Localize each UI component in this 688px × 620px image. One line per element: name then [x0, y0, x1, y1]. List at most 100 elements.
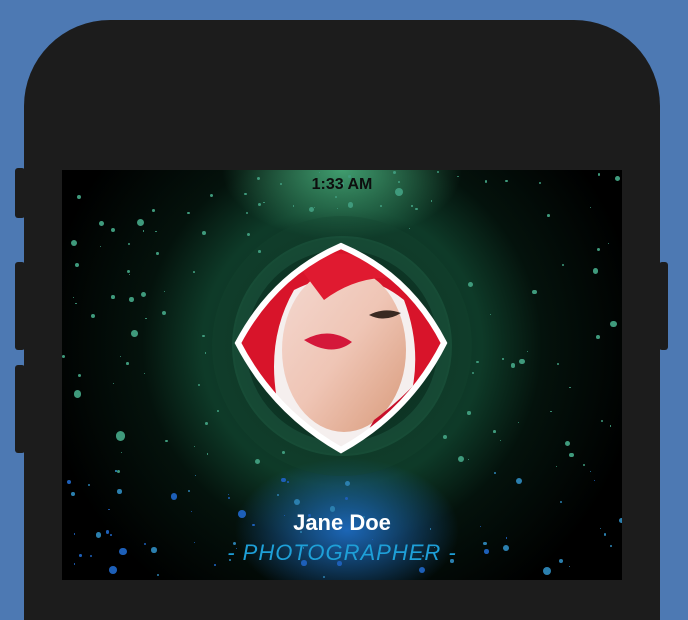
splatter-dot [408, 228, 410, 230]
splatter-dot [99, 221, 104, 226]
splatter-dot [590, 470, 592, 473]
splatter-dot [292, 205, 295, 207]
splatter-dot [193, 270, 196, 273]
splatter-dot [347, 202, 354, 208]
splatter-dot [550, 410, 552, 413]
splatter-dot [468, 459, 470, 461]
splatter-dot [489, 313, 491, 316]
splatter-dot [562, 263, 565, 266]
mute-switch [15, 168, 25, 218]
splatter-dot [161, 311, 167, 316]
splatter-dot [255, 458, 261, 464]
splatter-dot [115, 431, 126, 441]
splatter-dot [467, 411, 471, 415]
splatter-dot [411, 205, 413, 207]
splatter-dot [157, 574, 160, 577]
splatter-dot [155, 230, 157, 233]
volume-down-button [15, 365, 25, 453]
splatter-dot [143, 372, 145, 374]
splatter-dot [263, 201, 265, 204]
splatter-dot [71, 492, 76, 497]
splatter-dot [210, 193, 214, 197]
splatter-dot [108, 566, 117, 574]
splatter-dot [609, 425, 612, 427]
splatter-dot [187, 211, 190, 215]
splatter-dot [194, 474, 196, 476]
splatter-dot [131, 329, 138, 337]
splatter-dot [100, 246, 102, 248]
splatter-dot [594, 480, 596, 482]
splatter-dot [472, 371, 475, 375]
splatter-dot [559, 500, 563, 504]
splatter-dot [546, 213, 550, 217]
splatter-dot [515, 477, 523, 485]
splatter-dot [127, 243, 130, 246]
splatter-dot [380, 204, 383, 207]
splatter-dot [499, 439, 501, 441]
splatter-dot [392, 171, 396, 175]
splatter-dot [164, 290, 166, 292]
power-button [659, 262, 668, 350]
splatter-dot [126, 270, 130, 274]
splatter-dot [593, 268, 599, 274]
splatter-dot [258, 202, 261, 206]
splatter-dot [116, 469, 121, 474]
splatter-dot [145, 317, 147, 320]
splatter-dot [600, 419, 603, 422]
splatter-dot [493, 430, 496, 434]
splatter-dot [276, 494, 279, 497]
splatter-dot [309, 206, 315, 212]
splatter-dot [78, 373, 82, 377]
splatter-dot [506, 537, 508, 539]
splatter-dot [286, 481, 289, 483]
splatter-dot [468, 282, 474, 288]
splatter-dot [293, 498, 301, 506]
splatter-dot [568, 565, 570, 567]
splatter-dot [77, 194, 82, 199]
splatter-dot [556, 465, 558, 468]
splatter-dot [430, 200, 432, 202]
splatter-dot [75, 302, 78, 305]
splatter-dot [227, 496, 230, 499]
splatter-dot [281, 477, 286, 483]
splatter-dot [72, 297, 75, 299]
splatter-dot [88, 484, 91, 487]
splatter-dot [596, 335, 601, 340]
splatter-dot [75, 262, 80, 268]
splatter-dot [457, 456, 465, 463]
splatter-dot [152, 208, 156, 212]
splatter-dot [137, 218, 145, 227]
splatter-dot [418, 566, 426, 574]
splatter-dot [129, 297, 134, 302]
profile-role: - PHOTOGRAPHER - [227, 540, 457, 565]
profile-avatar[interactable] [234, 240, 450, 456]
splatter-dot [607, 242, 609, 244]
splatter-dot [511, 363, 516, 368]
splatter-dot [542, 567, 551, 576]
splatter-dot [610, 320, 618, 328]
splatter-dot [164, 439, 168, 443]
splatter-dot [344, 497, 348, 501]
splatter-dot [70, 240, 78, 247]
splatter-dot [140, 291, 146, 297]
splatter-dot [187, 489, 191, 493]
splatter-dot [120, 451, 122, 453]
splatter-dot [314, 206, 316, 209]
splatter-dot [597, 247, 601, 251]
splatter-dot [494, 471, 497, 474]
splatter-dot [201, 231, 206, 235]
splatter-dot [73, 390, 82, 398]
splatter-dot [582, 463, 586, 467]
splatter-dot [569, 386, 571, 388]
splatter-dot [142, 230, 144, 232]
splatter-dot [204, 352, 207, 355]
status-time: 1:33 AM [311, 176, 373, 193]
splatter-dot [476, 360, 480, 364]
splatter-dot [216, 410, 219, 412]
splatter-dot [569, 453, 574, 458]
splatter-dot [519, 358, 525, 364]
volume-up-button [15, 262, 25, 350]
splatter-dot [197, 383, 200, 387]
splatter-dot [323, 576, 326, 578]
splatter-dot [119, 355, 122, 358]
